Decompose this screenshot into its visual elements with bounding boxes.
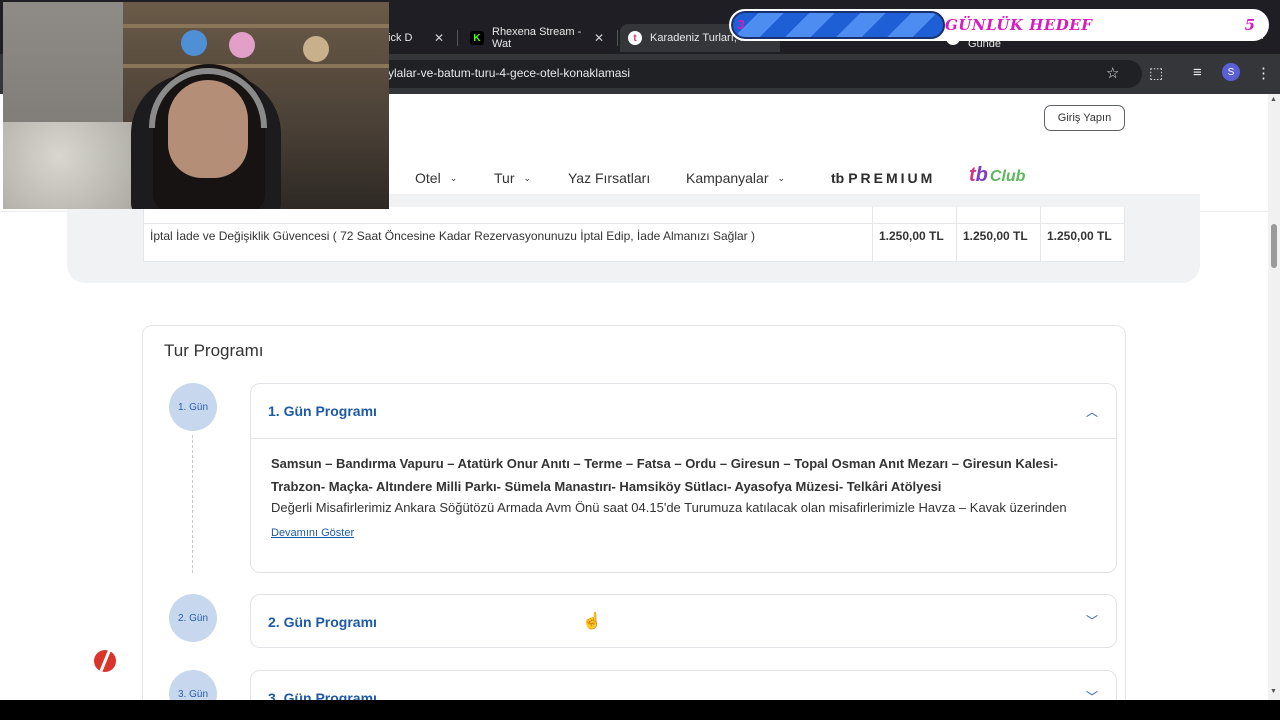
club-label: Club [989, 168, 1026, 185]
webcam-overlay [3, 2, 389, 209]
tab-separator [617, 30, 618, 46]
taskbar-strip [0, 700, 1280, 720]
premium-prefix: tb [831, 170, 845, 186]
kick-icon: K [470, 31, 484, 45]
accordion-day-2[interactable]: 2. Gün Programı ﹀ [250, 594, 1117, 648]
show-more-link[interactable]: Devamını Göster [271, 527, 354, 539]
bookmark-star-icon[interactable]: ☆ [1106, 64, 1119, 82]
nav-item-kampanyalar[interactable]: Kampanyalar ⌄ [686, 170, 785, 186]
opera-sidebar-logo-icon[interactable] [92, 645, 118, 675]
goal-count: 5 [1244, 16, 1255, 34]
table-divider [144, 223, 1124, 224]
chevron-up-icon: ︿ [1085, 405, 1098, 419]
tab-title: Rhexena Stream - Wat [492, 26, 582, 50]
accordion-day-3[interactable]: 3. Gün Programı ﹀ [250, 670, 1117, 700]
webcam-shelf-board [123, 64, 389, 68]
menu-dots-icon[interactable]: ⋮ [1256, 64, 1271, 82]
chevron-down-icon: ⌄ [449, 172, 458, 183]
webcam-toy [229, 32, 255, 58]
webcam-pillow [3, 122, 143, 209]
nav-item-tur[interactable]: Tur ⌄ [494, 170, 531, 186]
tb-premium-link[interactable]: tb PREMIUM [831, 170, 935, 186]
profile-avatar[interactable]: S [1222, 63, 1240, 81]
webcam-toy [181, 30, 207, 56]
route-text: Samsun – Bandırma Vapuru – Atatürk Onur … [271, 456, 1058, 494]
webcam-toy [303, 36, 329, 62]
scroll-down-icon[interactable]: ▼ [1270, 688, 1277, 695]
day-badge: 1. Gün [169, 383, 217, 431]
premium-label: PREMIUM [848, 170, 936, 186]
nav-item-label: Tur [494, 170, 515, 186]
nav-item-label: Otel [415, 170, 441, 186]
price-row-label: İptal İade ve Değişiklik Güvencesi ( 72 … [150, 229, 755, 243]
chevron-down-icon: ﹀ [1085, 614, 1098, 628]
tab-separator [457, 30, 458, 46]
price-value: 1.250,00 TL [1047, 229, 1112, 243]
timeline-line [192, 435, 193, 573]
page-scrollbar[interactable]: ▲ ▼ [1268, 94, 1280, 700]
nav-item-label: Kampanyalar [686, 170, 769, 186]
login-button[interactable]: Giriş Yapın [1044, 105, 1125, 131]
table-divider [872, 207, 873, 262]
club-b: b [975, 164, 988, 186]
goal-progress-fill [731, 11, 946, 39]
hand-cursor-icon: ☝ [582, 613, 602, 630]
address-bar-url[interactable]: ylalar-ve-batum-turu-4-gece-otel-konakla… [388, 66, 630, 80]
section-title: Tur Programı [164, 341, 264, 360]
tatilbudur-icon: t [628, 31, 642, 45]
scroll-thumb[interactable] [1271, 224, 1277, 268]
media-control-icon[interactable]: ≡ [1193, 64, 1202, 81]
nav-item-yaz-firsatlari[interactable]: Yaz Fırsatları [568, 170, 650, 186]
tb-club-link[interactable]: tb Club [969, 164, 1025, 187]
accordion-title: 3. Gün Programı [268, 690, 377, 700]
day-description: Değerli Misafirlerimiz Ankara Söğütözü A… [271, 500, 1067, 515]
chevron-down-icon: ⌄ [777, 172, 786, 183]
goal-label: GÜNLÜK HEDEF [945, 16, 1093, 34]
accordion-day-1: 1. Gün Programı ︿ Samsun – Bandırma Vapu… [250, 383, 1117, 573]
accordion-title: 2. Gün Programı [268, 614, 377, 630]
browser-tab[interactable]: K Rhexena Stream - Wat ✕ [462, 24, 612, 52]
price-table: İptal İade ve Değişiklik Güvencesi ( 72 … [143, 207, 1125, 262]
accordion-divider [251, 438, 1116, 439]
close-icon[interactable]: ✕ [594, 31, 604, 45]
chevron-down-icon: ⌄ [523, 172, 532, 183]
accordion-header[interactable]: 1. Gün Programı ︿ [251, 384, 1116, 438]
club-t: t [969, 164, 976, 186]
accordion-title: 1. Gün Programı [268, 403, 377, 419]
chevron-down-icon: ﹀ [1085, 690, 1098, 700]
price-value: 1.250,00 TL [963, 229, 1028, 243]
price-value: 1.250,00 TL [879, 229, 944, 243]
day-badge: 2. Gün [169, 594, 217, 642]
table-divider [1040, 207, 1041, 262]
goal-start-count: 3 [737, 17, 745, 32]
table-divider [956, 207, 957, 262]
webcam-shelf-board [123, 24, 389, 28]
daily-goal-bar: 3 GÜNLÜK HEDEF 5 [729, 9, 1269, 41]
nav-item-otel[interactable]: Otel ⌄ [415, 170, 457, 186]
close-icon[interactable]: ✕ [434, 31, 444, 45]
scroll-up-icon[interactable]: ▲ [1270, 96, 1277, 103]
extensions-icon[interactable]: ⬚ [1149, 64, 1163, 82]
nav-item-label: Yaz Fırsatları [568, 170, 651, 186]
